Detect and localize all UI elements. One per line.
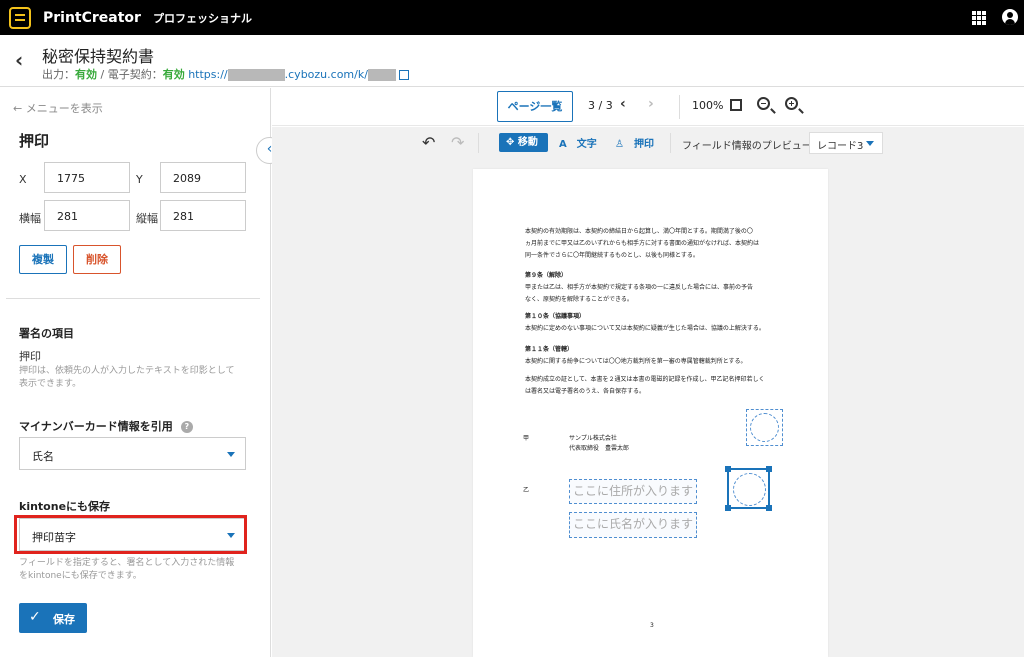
toolbar-divider	[478, 133, 479, 153]
app-edition: プロフェッショナル	[152, 11, 252, 25]
arrow-left-icon: ←	[13, 102, 23, 115]
height-input[interactable]: 281	[160, 200, 246, 231]
kintone-save-title: kintoneにも保存	[19, 500, 111, 513]
stamp-icon: ♙	[615, 139, 624, 150]
panel-title: 押印	[19, 132, 50, 150]
x-label: X	[19, 173, 27, 186]
document-page: 本契約の有効期限は、本契約の締結日から起算し、満〇年間とする。期間満了後の〇 ヵ…	[473, 169, 828, 657]
save-button[interactable]: ✓ 保存	[19, 603, 87, 633]
show-menu-link[interactable]: ← メニューを表示	[13, 100, 103, 116]
article-title: 第１１条（管轄）	[525, 346, 574, 353]
party-b-label: 乙	[523, 487, 530, 494]
url-suffix[interactable]: .cybozu.com/k/	[285, 68, 368, 81]
zoom-level: 100%	[692, 99, 724, 112]
dropdown-arrow-icon	[227, 452, 235, 457]
x-input[interactable]: 1775	[44, 162, 130, 193]
app-name: PrintCreator	[43, 9, 141, 26]
article-body: 甲または乙は、相手方が本契約で規定する条項の一に違反した場合には、事前の予告 な…	[525, 284, 754, 303]
stamp-tool-button[interactable]: ♙ 押印	[615, 135, 654, 150]
stamp-circle-icon	[750, 413, 779, 442]
resize-handle[interactable]	[766, 505, 772, 511]
undo-icon[interactable]: ↶	[422, 133, 435, 152]
toolbar-divider	[679, 95, 680, 119]
resize-handle[interactable]	[766, 466, 772, 472]
signature-item-title: 署名の項目	[19, 327, 74, 340]
edit-toolbar: ↶ ↷ ✥ 移動 A 文字 ♙ 押印 フィールド情報のプレビュー レコード3	[272, 127, 1024, 160]
resize-handle[interactable]	[725, 505, 731, 511]
top-bar: PrintCreator プロフェッショナル	[0, 0, 1024, 35]
contract-paragraph: 本契約の有効期限は、本契約の締結日から起算し、満〇年間とする。期間満了後の〇 ヵ…	[525, 228, 760, 259]
signature-item-description: 押印は、依頼先の人が入力したテキストを印影として 表示できます。	[19, 366, 235, 389]
contract-label: 電子契約：	[107, 68, 163, 81]
document-status: 出力：有効 / 電子契約：有効 https://.cybozu.com/k/	[42, 66, 409, 82]
document-header: ‹ 秘密保持契約書 出力：有効 / 電子契約：有効 https://.cyboz…	[0, 35, 1024, 87]
contract-status: 有効	[162, 68, 185, 81]
address-field[interactable]: ここに住所が入ります	[569, 479, 697, 504]
text-icon: A	[559, 139, 567, 150]
status-separator: /	[97, 68, 108, 81]
url-redaction	[227, 69, 285, 81]
back-arrow-icon[interactable]: ‹	[15, 48, 23, 72]
dropdown-arrow-icon	[866, 141, 874, 146]
party-a-label: 甲	[523, 435, 530, 442]
url-redaction	[367, 69, 396, 81]
width-label: 横幅	[19, 212, 41, 225]
page-indicator: 3 / 3	[588, 99, 613, 112]
highlight-frame	[14, 515, 247, 554]
article-body: 本契約に定めのない事項について又は本契約に疑義が生じた場合は、協議の上解決する。	[525, 325, 765, 332]
help-icon[interactable]: ?	[180, 421, 193, 433]
redo-icon: ↷	[451, 133, 465, 152]
name-field[interactable]: ここに氏名が入ります	[569, 512, 697, 538]
signature-item-value: 押印	[19, 350, 41, 363]
next-page-icon: ›	[648, 96, 654, 112]
closing-paragraph: 本契約成立の証として、本書を２通又は本書の電磁的記録を作成し、甲乙記名押印若しく…	[525, 376, 765, 395]
record-select[interactable]: レコード3	[809, 132, 883, 154]
document-title: 秘密保持契約書	[42, 47, 155, 66]
kintone-description: フィールドを指定すると、署名として入力された情報 をkintoneにも保存できます…	[19, 558, 235, 581]
copy-button[interactable]: 複製	[19, 245, 67, 274]
previous-page-icon[interactable]: ‹	[620, 96, 626, 112]
stamp-circle-icon	[733, 473, 766, 506]
move-icon: ✥	[506, 137, 515, 148]
viewer-toolbar: ページ一覧 3 / 3 ‹ › 100%	[272, 88, 1024, 126]
delete-button[interactable]: 削除	[73, 245, 121, 274]
external-link-icon[interactable]	[398, 70, 409, 80]
page-list-button[interactable]: ページ一覧	[497, 91, 573, 122]
left-panel: ← メニューを表示 押印 X 1775 Y 2089 横幅 281 縦幅 281…	[0, 88, 271, 657]
resize-handle[interactable]	[725, 466, 731, 472]
width-input[interactable]: 281	[44, 200, 130, 231]
divider	[6, 298, 260, 299]
output-label: 出力：	[42, 68, 75, 81]
move-tool-button[interactable]: ✥ 移動	[499, 133, 548, 152]
party-a-stamp-placeholder[interactable]	[746, 409, 783, 446]
height-label: 縦幅	[136, 212, 158, 225]
app-logo-icon	[9, 6, 31, 29]
party-a-person: 代表取締役 豊雲太郎	[569, 445, 630, 452]
mynumber-title: マイナンバーカード情報を引用?	[19, 418, 193, 434]
y-label: Y	[136, 173, 143, 186]
zoom-in-icon[interactable]	[785, 97, 798, 110]
page-number: 3	[650, 622, 654, 629]
y-input[interactable]: 2089	[160, 162, 246, 193]
selected-stamp-field[interactable]	[725, 466, 772, 511]
user-icon[interactable]	[1002, 9, 1018, 25]
zoom-out-icon[interactable]	[757, 97, 770, 110]
preview-label: フィールド情報のプレビュー	[682, 141, 812, 152]
party-a-company: サンプル株式会社	[569, 435, 617, 442]
output-status: 有効	[75, 68, 97, 81]
text-tool-button[interactable]: A 文字	[559, 135, 597, 150]
article-title: 第１０条（協議事項）	[525, 313, 586, 320]
apps-grid-icon[interactable]	[972, 11, 986, 25]
article-title: 第９条（解除）	[525, 272, 568, 279]
fit-screen-icon[interactable]	[730, 99, 742, 111]
url-prefix[interactable]: https://	[188, 68, 227, 81]
toolbar-divider	[670, 133, 671, 153]
check-icon: ✓	[29, 609, 41, 625]
article-body: 本契約に関する紛争については〇〇地方裁判所を第一審の専属管轄裁判所とする。	[525, 358, 747, 365]
mynumber-select[interactable]: 氏名	[19, 437, 246, 470]
